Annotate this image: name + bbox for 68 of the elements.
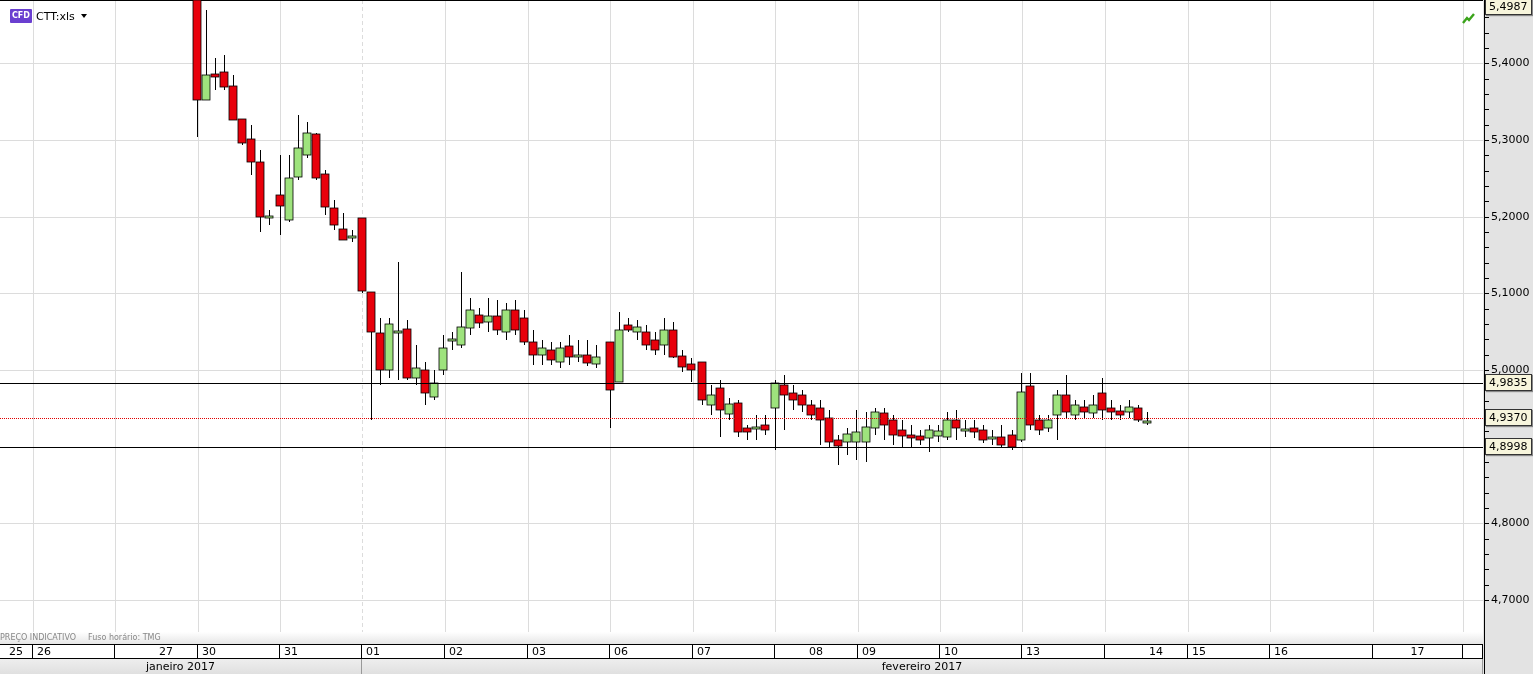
axis-label: 5,4000 xyxy=(1491,56,1530,71)
instrument-badge: CFD xyxy=(10,9,32,23)
candle xyxy=(284,154,294,223)
candle xyxy=(641,324,651,351)
candle xyxy=(978,424,988,444)
axis-label: 4,8000 xyxy=(1491,516,1530,531)
candle xyxy=(546,341,556,366)
candle xyxy=(1124,399,1134,419)
date-label: 03 xyxy=(528,645,610,658)
candle xyxy=(492,299,502,336)
date-label: 02 xyxy=(445,645,528,658)
date-label: 16 xyxy=(1270,645,1373,658)
price-tag: 4,9370 xyxy=(1485,409,1532,427)
candle xyxy=(888,414,898,446)
candle xyxy=(1079,399,1089,419)
date-label: 09 xyxy=(858,645,940,658)
timezone-label: Fuso horário: TMG xyxy=(88,633,161,643)
date-label: 08 xyxy=(775,645,858,658)
candle xyxy=(582,339,592,367)
candle xyxy=(420,361,430,406)
candle xyxy=(833,434,843,466)
date-label: 17 xyxy=(1373,645,1463,658)
candle xyxy=(824,409,834,449)
date-label: 01 xyxy=(362,645,445,658)
axis-label: 5,3000 xyxy=(1491,132,1530,147)
date-label: 26 xyxy=(33,645,115,658)
candle xyxy=(573,339,583,363)
candle xyxy=(1142,411,1152,426)
month-label: janeiro 2017 xyxy=(0,659,362,674)
candle xyxy=(501,302,511,341)
candle xyxy=(555,341,565,369)
candle xyxy=(1133,404,1143,423)
candle xyxy=(632,319,642,341)
candle xyxy=(1115,404,1125,421)
axis-label: 5,2000 xyxy=(1491,209,1530,224)
instrument-name[interactable]: CTT:xls xyxy=(36,9,75,23)
candle xyxy=(510,299,520,336)
caret-icon[interactable] xyxy=(80,14,87,18)
price-tag: 5,4987 xyxy=(1485,0,1532,15)
candle xyxy=(879,407,889,441)
candle xyxy=(897,419,907,449)
candle xyxy=(219,54,229,91)
date-label: 10 xyxy=(940,645,1022,658)
candle xyxy=(797,389,807,413)
date-label: 14 xyxy=(1105,645,1188,658)
date-label: 30 xyxy=(198,645,280,658)
price-disclaimer: PREÇO INDICATIVO xyxy=(0,633,77,643)
price-tag: 4,9835 xyxy=(1485,373,1532,391)
candle xyxy=(564,334,574,366)
price-tag: 4,8998 xyxy=(1485,437,1532,455)
candle xyxy=(537,339,547,366)
candle xyxy=(969,419,979,439)
date-label: 13 xyxy=(1022,645,1105,658)
candle xyxy=(311,132,321,181)
trend-up-icon xyxy=(1462,12,1476,24)
candle xyxy=(429,369,439,401)
axis-label: 4,7000 xyxy=(1491,593,1530,608)
date-label: 31 xyxy=(280,645,362,658)
date-label: 27 xyxy=(115,645,198,658)
month-label: fevereiro 2017 xyxy=(362,659,1483,674)
date-label: 06 xyxy=(610,645,693,658)
candle xyxy=(591,344,601,369)
candle xyxy=(528,329,538,366)
date-label: 15 xyxy=(1188,645,1270,658)
date-label: 07 xyxy=(693,645,775,658)
axis-label: 5,1000 xyxy=(1491,286,1530,301)
date-label: 25 xyxy=(0,645,33,658)
candle xyxy=(519,309,529,346)
